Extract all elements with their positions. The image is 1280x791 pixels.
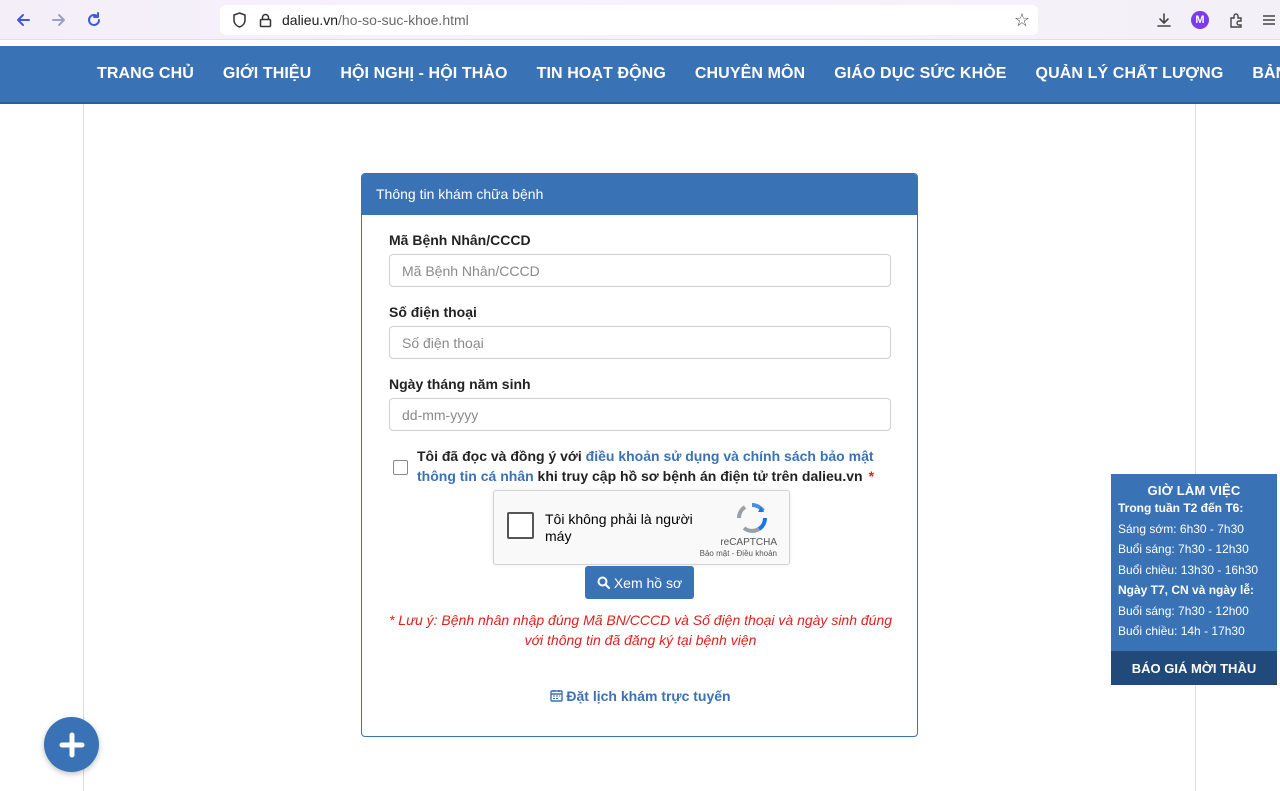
extensions-icon[interactable] <box>1225 9 1247 31</box>
calendar-icon <box>550 689 564 705</box>
dob-label: Ngày tháng năm sinh <box>389 376 531 392</box>
forward-icon[interactable] <box>47 8 71 32</box>
agree-prefix: Tôi đã đọc và đồng ý với <box>417 448 586 464</box>
medical-record-form: Thông tin khám chữa bệnh Mã Bệnh Nhân/CC… <box>361 173 918 737</box>
agree-text: Tôi đã đọc và đồng ý với điều khoản sử d… <box>417 446 887 486</box>
agree-suffix: khi truy cập hồ sơ bệnh án điện tử trên … <box>533 468 863 484</box>
recaptcha-checkbox[interactable] <box>507 512 534 539</box>
recaptcha-brand: reCAPTCHA <box>720 537 777 548</box>
phone-label: Số điện thoại <box>389 304 477 320</box>
view-record-label: Xem hồ sơ <box>613 574 683 591</box>
search-icon <box>597 576 610 589</box>
form-header: Thông tin khám chữa bệnh <box>362 174 917 215</box>
nav-item-conferences[interactable]: HỘI NGHỊ - HỘI THẢO <box>340 65 507 83</box>
online-booking-link[interactable]: Đặt lịch khám trực tuyến <box>362 688 919 705</box>
plus-icon <box>59 732 84 757</box>
page-right-border <box>1195 104 1196 791</box>
nav-item-health-education[interactable]: GIÁO DỤC SỨC KHỎE <box>834 65 1006 83</box>
nav-item-price-list[interactable]: BẢNG GIÁ <box>1252 65 1280 83</box>
recaptcha-logo-icon <box>735 501 769 535</box>
url-text: dalieu.vn/ho-so-suc-khoe.html <box>282 12 469 28</box>
url-domain: dalieu.vn <box>282 12 339 28</box>
online-booking-label: Đặt lịch khám trực tuyến <box>566 688 731 704</box>
main-navigation: TRANG CHỦ GIỚI THIỆU HỘI NGHỊ - HỘI THẢO… <box>0 46 1280 104</box>
working-hours-panel: GIỜ LÀM VIỆC Trong tuần T2 đến T6: Sáng … <box>1111 474 1277 685</box>
page-left-border <box>83 104 84 791</box>
afternoon-hours: Buổi chiều: 13h30 - 16h30 <box>1118 562 1259 577</box>
weekend-afternoon-hours: Buổi chiều: 14h - 17h30 <box>1118 624 1245 638</box>
working-hours-title: GIỜ LÀM VIỆC <box>1147 483 1241 498</box>
view-record-button[interactable]: Xem hồ sơ <box>585 566 694 599</box>
weekday-heading: Trong tuần T2 đến T6: <box>1118 501 1244 515</box>
early-hours: Sáng sớm: 6h30 - 7h30 <box>1118 521 1244 536</box>
nav-item-home[interactable]: TRANG CHỦ <box>97 65 194 83</box>
browser-toolbar: dalieu.vn/ho-so-suc-khoe.html ☆ M <box>0 0 1280 40</box>
morning-hours: Buổi sáng: 7h30 - 12h30 <box>1118 542 1249 556</box>
profile-initial: M <box>1191 11 1209 29</box>
patient-id-label: Mã Bệnh Nhân/CCCD <box>389 232 531 248</box>
phone-input[interactable] <box>389 326 891 359</box>
weekend-heading: Ngày T7, CN và ngày lễ: <box>1118 583 1255 597</box>
back-icon[interactable] <box>11 8 35 32</box>
recaptcha-widget: Tôi không phải là người máy reCAPTCHA Bả… <box>493 490 790 565</box>
bookmark-star-icon[interactable]: ☆ <box>1014 10 1030 31</box>
bid-invitation-button[interactable]: BÁO GIÁ MỜI THẦU <box>1111 651 1277 685</box>
weekend-morning-hours: Buổi sáng: 7h30 - 12h00 <box>1118 603 1249 618</box>
nav-item-about[interactable]: GIỚI THIỆU <box>223 65 311 83</box>
floating-plus-button[interactable] <box>44 717 99 772</box>
lock-icon <box>256 11 274 29</box>
profile-avatar[interactable]: M <box>1189 9 1211 31</box>
dob-input[interactable] <box>389 398 891 431</box>
nav-item-quality-management[interactable]: QUẢN LÝ CHẤT LƯỢNG <box>1036 65 1224 83</box>
download-icon[interactable] <box>1153 9 1175 31</box>
required-mark: * <box>868 468 875 484</box>
patient-id-input[interactable] <box>389 254 891 287</box>
recaptcha-label: Tôi không phải là người máy <box>545 511 693 544</box>
url-path: /ho-so-suc-khoe.html <box>338 12 469 28</box>
agree-checkbox[interactable] <box>393 460 408 475</box>
note-text: * Lưu ý: Bệnh nhân nhập đúng Mã BN/CCCD … <box>388 612 893 648</box>
menu-icon[interactable] <box>1258 9 1280 31</box>
recaptcha-terms[interactable]: Bảo mật - Điều khoản <box>700 549 777 558</box>
address-bar[interactable]: dalieu.vn/ho-so-suc-khoe.html ☆ <box>220 5 1038 35</box>
nav-item-news[interactable]: TIN HOẠT ĐỘNG <box>537 65 666 83</box>
shield-icon <box>230 11 248 29</box>
nav-item-specialty[interactable]: CHUYÊN MÔN <box>695 65 805 83</box>
reload-icon[interactable] <box>82 8 106 32</box>
